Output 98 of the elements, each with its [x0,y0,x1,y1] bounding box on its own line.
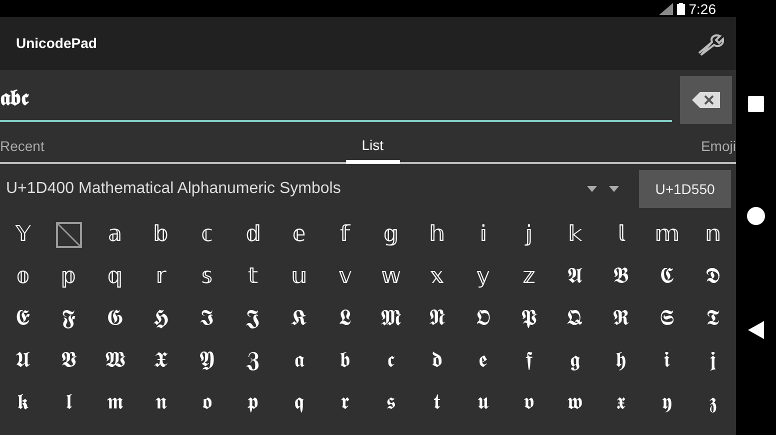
character-cell[interactable]: 𝕱 [62,308,76,330]
character-cell[interactable]: 𝕙 [428,224,446,246]
character-cell[interactable]: 𝕔 [200,224,214,246]
character-cell[interactable]: 𝕒 [108,224,122,246]
character-cell[interactable]: 𝕷 [339,308,351,330]
character-cell[interactable]: 𝕗 [340,224,350,246]
character-cell[interactable]: 𝖈 [387,350,395,372]
backspace-button[interactable] [680,76,732,124]
character-cell[interactable]: 𝕣 [156,266,166,288]
character-cell[interactable]: 𝖓 [156,392,166,414]
character-cell[interactable]: 𝕰 [16,308,30,330]
character-cell[interactable]: 𝖐 [17,392,29,414]
caret-icon [609,186,619,192]
character-cell[interactable]: 𝖚 [478,392,488,414]
character-cell[interactable]: 𝕵 [246,308,260,330]
block-dropdown[interactable]: U+1D400 Mathematical Alphanumeric Symbols [6,177,639,201]
character-cell[interactable]: 𝖁 [61,350,77,372]
recents-icon[interactable] [748,96,764,112]
character-cell[interactable]: 𝕯 [706,266,720,288]
character-cell[interactable]: 𝕢 [107,266,123,288]
character-cell[interactable]: 𝖜 [567,392,583,414]
character-cell[interactable]: 𝕤 [201,266,213,288]
character-cell[interactable]: 𝕐 [15,224,31,246]
character-cell[interactable]: 𝖊 [478,350,488,372]
character-cell[interactable]: 𝕕 [245,224,261,246]
tab[interactable]: Emoji [700,130,736,162]
character-cell[interactable]: 𝕪 [476,266,490,288]
character-cell[interactable]: 𝖅 [246,350,260,372]
character-cell[interactable]: 𝕻 [521,308,537,330]
character-cell[interactable]: 𝕞 [654,224,680,246]
character-cell[interactable]: 𝕠 [16,266,30,288]
character-cell[interactable]: 𝖃 [154,350,168,372]
signal-icon [658,2,673,14]
character-cell[interactable]: 𝕴 [200,308,214,330]
character-cell[interactable]: 𝖏 [710,350,716,372]
character-cell[interactable]: 𝕲 [106,308,124,330]
character-cell[interactable]: 𝖋 [525,350,533,372]
home-icon[interactable] [747,207,765,226]
character-cell[interactable]: 𝕚 [479,224,487,246]
wrench-icon[interactable] [696,32,724,56]
tab[interactable]: Recent [0,130,44,162]
input-field[interactable]: 𝖆𝖇𝖈 [0,78,672,122]
character-cell[interactable]: 𝖎 [664,350,670,372]
character-cell[interactable]: 𝖀 [16,350,30,372]
character-cell[interactable]: 𝖒 [106,392,124,414]
back-icon[interactable] [748,321,764,340]
character-cell[interactable]: 𝖙 [434,392,440,414]
character-cell[interactable]: 𝕾 [660,308,674,330]
character-cell[interactable]: 𝖟 [709,392,717,414]
character-cell[interactable]: 𝖖 [294,392,304,414]
character-cell[interactable]: 𝖉 [432,350,442,372]
character-cell[interactable]: 𝖂 [105,350,125,372]
character-cell[interactable]: 𝕶 [291,308,307,330]
character-cell[interactable]: 𝕳 [153,308,169,330]
character-cell[interactable]: 𝖌 [570,350,580,372]
character-cell[interactable]: 𝕜 [568,224,582,246]
character-cell[interactable]: 𝖞 [662,392,672,414]
character-cell[interactable]: 𝕡 [61,266,77,288]
character-cell[interactable]: 𝕨 [380,266,402,288]
character-cell[interactable]: 𝖇 [340,350,350,372]
character-cell[interactable]: 𝖄 [199,350,215,372]
character-cell[interactable]: 𝕼 [566,308,584,330]
character-cell[interactable]: 𝕖 [292,224,306,246]
character-cell[interactable]: 𝖍 [616,350,626,372]
character-cell[interactable]: 𝖑 [66,392,72,414]
character-cell[interactable]: 𝕧 [338,266,352,288]
character-cell[interactable]: 𝕥 [248,266,258,288]
tab[interactable]: List [346,130,400,164]
character-cell[interactable]: 𝕬 [567,266,583,288]
backspace-icon [692,92,720,108]
character-cell[interactable]: 𝖕 [247,392,259,414]
character-cell[interactable]: 𝕮 [660,266,674,288]
battery-icon [676,2,685,14]
character-cell[interactable]: 𝖗 [340,392,350,414]
character-cell[interactable]: 𝕛 [525,224,533,246]
character-cell[interactable]: 𝕓 [153,224,169,246]
character-cell[interactable]: 𝕺 [476,308,490,330]
character-cell[interactable]: 𝕫 [522,266,536,288]
app-title: UnicodePad [16,34,97,53]
character-cell[interactable]: 𝖆 [294,350,304,372]
character-cell[interactable]: 𝖘 [386,392,396,414]
character-cell[interactable]: 𝖛 [524,392,534,414]
jump-button[interactable]: U+1D550 [639,170,731,208]
character-cell[interactable]: 𝕿 [706,308,720,330]
character-cell[interactable]: 𝖝 [616,392,626,414]
character-cell[interactable]: 𝕝 [617,224,625,246]
character-cell[interactable]: 𝕽 [612,308,630,330]
character-cell[interactable]: 𝕹 [428,308,446,330]
character-cell[interactable]: 𝕸 [381,308,401,330]
character-cell[interactable]: 𝖔 [202,392,212,414]
character-cell[interactable]: 𝕭 [613,266,629,288]
missing-glyph-icon[interactable] [56,222,82,248]
character-cell[interactable]: 𝕩 [430,266,444,288]
character-cell[interactable]: 𝕦 [290,266,308,288]
status-time: 7:26 [688,2,716,16]
caret-icon [587,186,597,192]
character-cell[interactable]: 𝕘 [383,224,399,246]
character-cell[interactable]: 𝕟 [704,224,722,246]
